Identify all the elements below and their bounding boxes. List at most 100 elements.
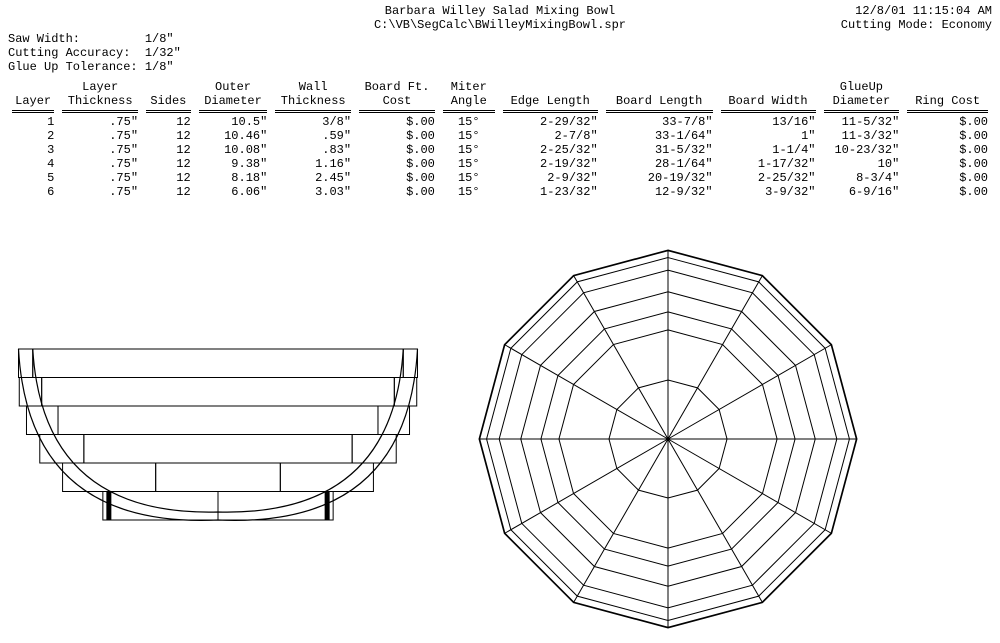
param-glue-tolerance: Glue Up Tolerance: 1/8" (8, 60, 268, 74)
table-cell: 12 (142, 171, 195, 185)
table-cell: 12 (142, 129, 195, 143)
table-cell: 3-9/32" (717, 185, 820, 199)
table-cell: 2-7/8" (499, 129, 602, 143)
bowl-side-elevation (8, 329, 428, 549)
report-timestamp: 12/8/01 11:15:04 AM (732, 4, 992, 18)
table-cell: 6-9/16" (820, 185, 904, 199)
table-cell: 12 (142, 115, 195, 129)
table-cell: 12 (142, 143, 195, 157)
table-cell: 2-25/32" (717, 171, 820, 185)
table-row: 6.75"126.06"3.03"$.0015°1-23/32"12-9/32"… (8, 185, 992, 199)
column-header: LayerThickness (58, 80, 142, 115)
table-cell: 5 (8, 171, 58, 185)
table-cell: $.00 (903, 129, 992, 143)
table-cell: $.00 (355, 143, 439, 157)
table-cell: 1-17/32" (717, 157, 820, 171)
table-cell: 2-9/32" (499, 171, 602, 185)
table-cell: 10.46" (195, 129, 272, 143)
table-cell: 11-3/32" (820, 129, 904, 143)
table-cell: 8-3/4" (820, 171, 904, 185)
column-header: GlueUpDiameter (820, 80, 904, 115)
table-cell: $.00 (903, 143, 992, 157)
table-cell: 1" (717, 129, 820, 143)
header-meta: 12/8/01 11:15:04 AM Cutting Mode: Econom… (732, 4, 992, 32)
diagrams (8, 239, 992, 639)
table-cell: 11-5/32" (820, 115, 904, 129)
table-cell: $.00 (355, 185, 439, 199)
header-params: Saw Width: 1/8" Cutting Accuracy: 1/32" … (8, 4, 268, 74)
table-row: 4.75"129.38"1.16"$.0015°2-19/32"28-1/64"… (8, 157, 992, 171)
table-cell: 3 (8, 143, 58, 157)
table-cell: 15° (439, 115, 499, 129)
table-cell: $.00 (355, 115, 439, 129)
table-cell: $.00 (903, 157, 992, 171)
table-cell: $.00 (355, 129, 439, 143)
table-cell: $.00 (355, 171, 439, 185)
table-cell: 6 (8, 185, 58, 199)
column-header: Edge Length (499, 80, 602, 115)
table-cell: 13/16" (717, 115, 820, 129)
column-header: Layer (8, 80, 58, 115)
table-cell: .83" (271, 143, 355, 157)
bowl-top-plan (468, 239, 868, 639)
table-cell: .75" (58, 171, 142, 185)
table-row: 5.75"128.18"2.45"$.0015°2-9/32"20-19/32"… (8, 171, 992, 185)
table-cell: 1.16" (271, 157, 355, 171)
table-cell: 3.03" (271, 185, 355, 199)
table-row: 3.75"1210.08".83"$.0015°2-25/32"31-5/32"… (8, 143, 992, 157)
table-cell: $.00 (903, 115, 992, 129)
table-cell: 33-1/64" (602, 129, 717, 143)
table-cell: 4 (8, 157, 58, 171)
table-cell: $.00 (903, 185, 992, 199)
cutting-mode: Cutting Mode: Economy (732, 18, 992, 32)
table-cell: 33-7/8" (602, 115, 717, 129)
table-cell: 15° (439, 143, 499, 157)
column-header: Sides (142, 80, 195, 115)
table-cell: .75" (58, 185, 142, 199)
table-cell: 10-23/32" (820, 143, 904, 157)
table-cell: 1 (8, 115, 58, 129)
column-header: WallThickness (271, 80, 355, 115)
table-cell: 2 (8, 129, 58, 143)
param-saw-width: Saw Width: 1/8" (8, 32, 268, 46)
table-cell: 12 (142, 157, 195, 171)
layer-table: LayerLayerThickness SidesOuterDiameterWa… (8, 80, 992, 199)
table-cell: .75" (58, 115, 142, 129)
table-cell: 20-19/32" (602, 171, 717, 185)
table-cell: 1-1/4" (717, 143, 820, 157)
param-cutting-accuracy: Cutting Accuracy: 1/32" (8, 46, 268, 60)
report-header: Saw Width: 1/8" Cutting Accuracy: 1/32" … (8, 4, 992, 74)
table-cell: .75" (58, 143, 142, 157)
table-cell: $.00 (355, 157, 439, 171)
table-cell: 28-1/64" (602, 157, 717, 171)
column-header: Board Ft.Cost (355, 80, 439, 115)
report-title: Barbara Willey Salad Mixing Bowl (268, 4, 732, 18)
table-cell: 2-25/32" (499, 143, 602, 157)
table-cell: 15° (439, 185, 499, 199)
table-cell: 10.08" (195, 143, 272, 157)
table-cell: 2-29/32" (499, 115, 602, 129)
table-cell: 31-5/32" (602, 143, 717, 157)
report-path: C:\VB\SegCalc\BWilleyMixingBowl.spr (268, 18, 732, 32)
table-cell: 10" (820, 157, 904, 171)
table-cell: 10.5" (195, 115, 272, 129)
column-header: MiterAngle (439, 80, 499, 115)
table-cell: 15° (439, 129, 499, 143)
table-cell: .75" (58, 129, 142, 143)
table-cell: 2.45" (271, 171, 355, 185)
table-cell: 2-19/32" (499, 157, 602, 171)
header-title-block: Barbara Willey Salad Mixing Bowl C:\VB\S… (268, 4, 732, 32)
table-cell: .59" (271, 129, 355, 143)
column-header: Ring Cost (903, 80, 992, 115)
table-cell: 12-9/32" (602, 185, 717, 199)
column-header: OuterDiameter (195, 80, 272, 115)
table-cell: 3/8" (271, 115, 355, 129)
table-cell: 1-23/32" (499, 185, 602, 199)
table-cell: $.00 (903, 171, 992, 185)
column-header: Board Length (602, 80, 717, 115)
table-cell: 12 (142, 185, 195, 199)
table-cell: 9.38" (195, 157, 272, 171)
table-cell: .75" (58, 157, 142, 171)
column-header: Board Width (717, 80, 820, 115)
table-cell: 6.06" (195, 185, 272, 199)
